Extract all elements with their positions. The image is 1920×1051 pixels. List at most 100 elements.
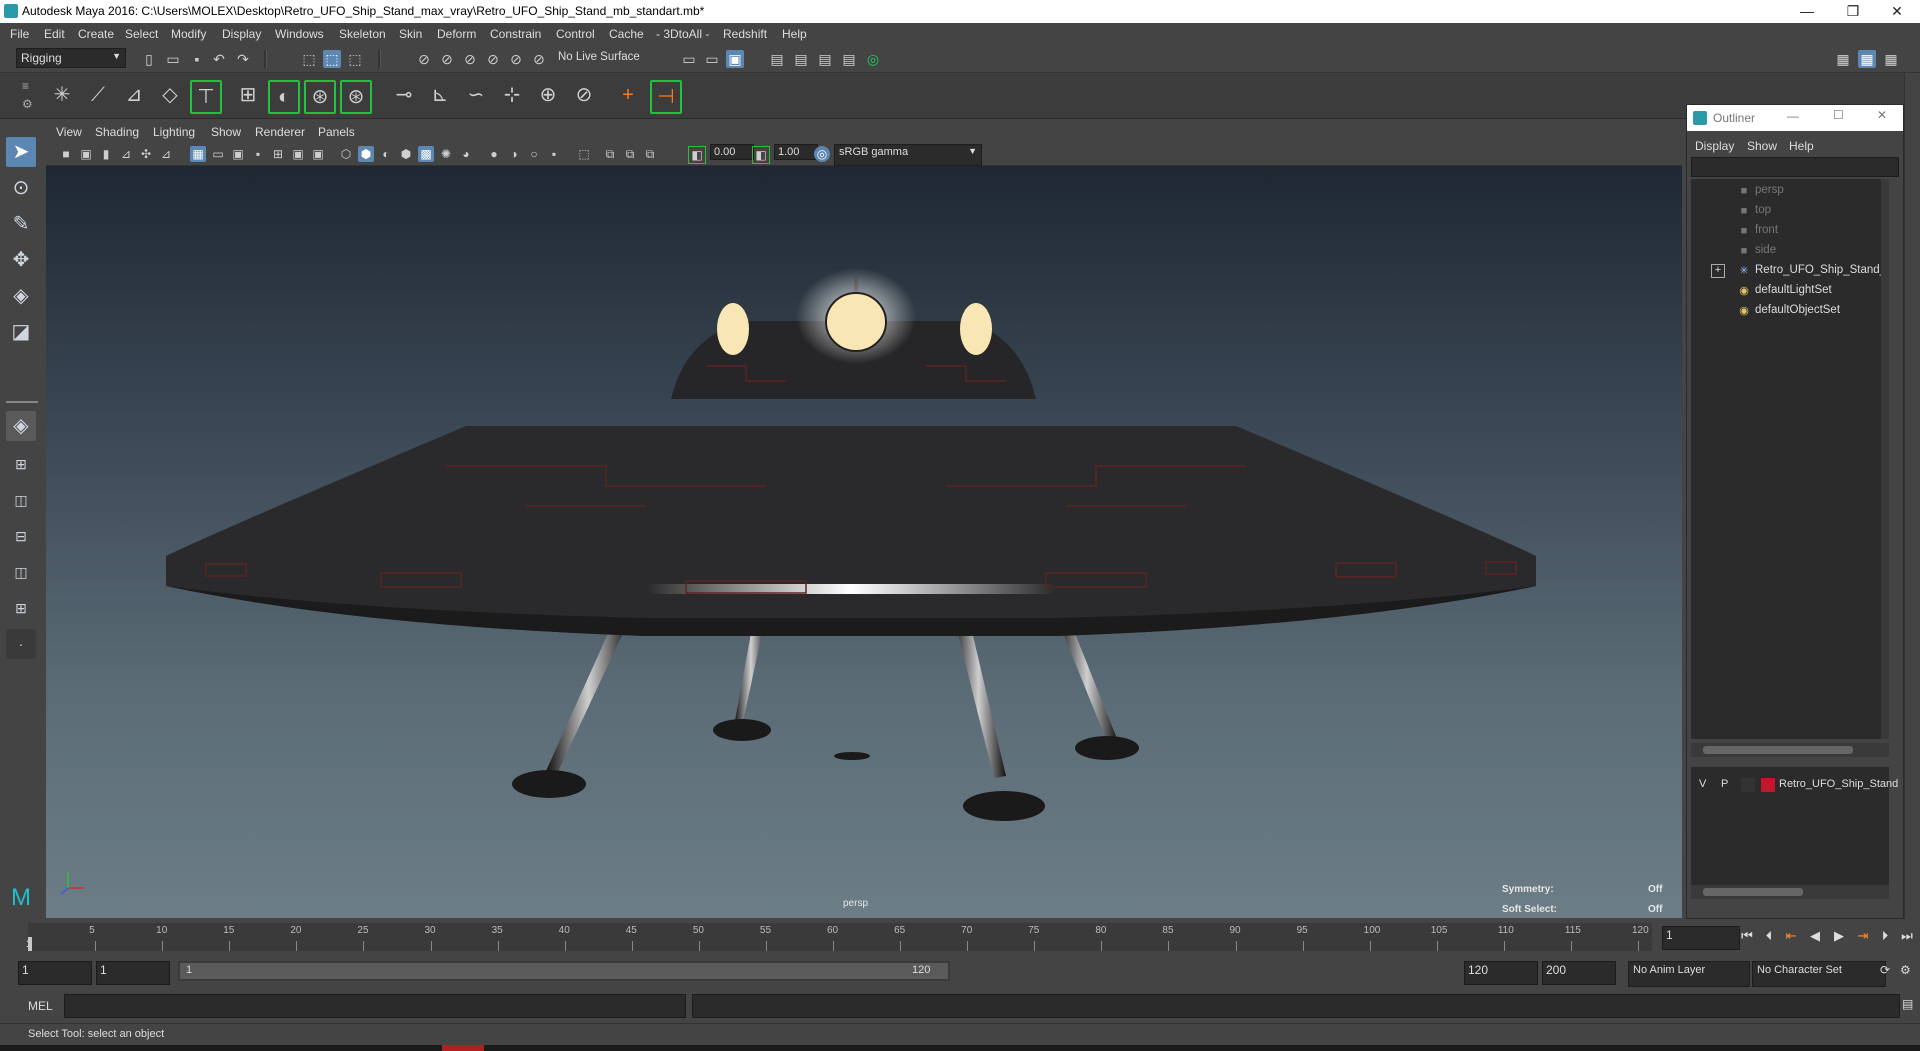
gate-mask-icon[interactable]: ▪ xyxy=(250,146,266,162)
xray-components-icon[interactable]: ⧉ xyxy=(642,146,658,162)
time-ruler[interactable]: 1 51015202530354045505560657075808590951… xyxy=(26,923,1652,951)
point-constraint-icon[interactable]: ⊸ xyxy=(390,80,418,110)
exposure-field[interactable]: 0.00 xyxy=(710,144,754,160)
viewport-menu-renderer[interactable]: Renderer xyxy=(255,125,305,139)
viewport-menu-lighting[interactable]: Lighting xyxy=(153,125,195,139)
outliner-horizontal-scrollbar[interactable] xyxy=(1691,743,1889,757)
restore-button[interactable]: ❐ xyxy=(1830,0,1876,23)
render-icon[interactable]: ▤ xyxy=(840,50,858,68)
scale-constraint-icon[interactable]: ⊹ xyxy=(498,80,526,110)
shelf-menu-icon[interactable]: ≡ xyxy=(22,79,29,93)
viewport-menu-shading[interactable]: Shading xyxy=(95,125,139,139)
multisample-aa-icon[interactable]: ○ xyxy=(526,146,542,162)
outliner-menu-show[interactable]: Show xyxy=(1747,139,1777,153)
redo-icon[interactable]: ↷ xyxy=(234,50,252,68)
four-view-layout-icon[interactable]: ⊞ xyxy=(6,449,36,479)
ipr-render-icon[interactable]: ▣ xyxy=(726,50,744,68)
viewport-menu-show[interactable]: Show xyxy=(211,125,241,139)
bind-skin-icon[interactable]: ⊤ xyxy=(190,80,222,114)
outliner-maximize-icon[interactable]: ☐ xyxy=(1833,108,1844,122)
render-frame-icon[interactable]: ▭ xyxy=(703,50,721,68)
select-object-icon[interactable]: ⬚ xyxy=(323,50,341,68)
hypershade-icon[interactable]: ▤ xyxy=(816,50,834,68)
wireframe-on-shaded-icon[interactable]: ⬢ xyxy=(398,146,414,162)
save-scene-icon[interactable]: ▪ xyxy=(188,50,206,68)
render-view-icon[interactable]: ▤ xyxy=(768,50,786,68)
mirror-joint-icon[interactable]: ◇ xyxy=(156,80,184,110)
depth-of-field-icon[interactable]: ▪ xyxy=(546,146,562,162)
menu-file[interactable]: File xyxy=(10,27,29,41)
persp-graph-layout-icon[interactable]: ◫ xyxy=(6,557,36,587)
menu-skeleton[interactable]: Skeleton xyxy=(339,27,386,41)
layer-horizontal-scrollbar[interactable] xyxy=(1691,885,1889,899)
outliner-item[interactable]: ■ top xyxy=(1691,201,1889,221)
layout-options-icon[interactable]: · xyxy=(6,629,36,659)
shelf-settings-icon[interactable]: ⚙ xyxy=(22,97,33,111)
menu-edit[interactable]: Edit xyxy=(44,27,65,41)
select-tool-icon[interactable]: ➤ xyxy=(6,137,36,167)
open-scene-icon[interactable]: ▭ xyxy=(164,50,182,68)
animation-end-field[interactable]: 200 xyxy=(1542,961,1616,985)
script-editor-icon[interactable]: ▤ xyxy=(1902,997,1913,1011)
scale-tool-icon[interactable]: ◪ xyxy=(6,317,36,347)
play-backwards-icon[interactable]: ◀ xyxy=(1806,926,1824,946)
aim-constraint-icon[interactable]: ⊾ xyxy=(426,80,454,110)
animation-preferences-icon[interactable]: ⚙ xyxy=(1900,963,1911,977)
current-frame-field[interactable]: 1 xyxy=(1662,926,1740,950)
xray-joints-icon[interactable]: ⧉ xyxy=(622,146,638,162)
wrap-icon[interactable]: ⊛ xyxy=(340,80,372,114)
xray-icon[interactable]: ⧉ xyxy=(602,146,618,162)
2d-pan-zoom-icon[interactable]: ✣ xyxy=(138,146,154,162)
cluster-icon[interactable]: ⊛ xyxy=(304,80,336,114)
menu-constrain[interactable]: Constrain xyxy=(490,27,541,41)
go-to-start-icon[interactable]: ⏮ xyxy=(1738,926,1756,946)
scrollbar-thumb[interactable] xyxy=(1703,746,1853,754)
view-transform-dropdown[interactable]: sRGB gamma ▼ xyxy=(834,144,982,166)
outliner-minimize-icon[interactable]: — xyxy=(1787,109,1799,123)
field-chart-icon[interactable]: ⊞ xyxy=(270,146,286,162)
color-management-icon[interactable]: ◎ xyxy=(814,146,830,162)
go-to-end-icon[interactable]: ⏭ xyxy=(1898,926,1916,946)
channel-box-toggle-icon[interactable]: ▦ xyxy=(1858,50,1876,68)
command-input[interactable] xyxy=(64,994,686,1018)
motion-blur-icon[interactable]: ◑ xyxy=(506,146,522,162)
outliner-item[interactable]: ■ persp xyxy=(1691,181,1889,201)
outliner-item[interactable]: ◉ defaultLightSet xyxy=(1691,281,1889,301)
outliner-item[interactable]: ■ front xyxy=(1691,221,1889,241)
viewport-menu-panels[interactable]: Panels xyxy=(318,125,355,139)
wireframe-icon[interactable]: ⬡ xyxy=(338,146,354,162)
outliner-close-icon[interactable]: ✕ xyxy=(1877,108,1887,122)
textured-icon[interactable]: ▩ xyxy=(418,146,434,162)
layer-type-toggle[interactable] xyxy=(1741,778,1755,792)
redshift-render-icon[interactable]: ◎ xyxy=(864,50,882,68)
camera-attributes-icon[interactable]: ▣ xyxy=(78,146,94,162)
menu-deform[interactable]: Deform xyxy=(437,27,476,41)
step-forward-frame-icon[interactable]: ⏵ xyxy=(1876,926,1894,946)
menu-windows[interactable]: Windows xyxy=(275,27,324,41)
workspace-icon[interactable]: ▦ xyxy=(1834,50,1852,68)
snap-surface-icon[interactable]: ⊘ xyxy=(507,50,525,68)
range-slider[interactable]: 1 120 xyxy=(178,961,950,981)
menu-3dtoall[interactable]: - 3DtoAll - xyxy=(656,27,709,41)
use-default-material-icon[interactable]: ◐ xyxy=(378,146,394,162)
command-language-toggle[interactable]: MEL xyxy=(28,999,53,1013)
select-hierarchy-icon[interactable]: ⬚ xyxy=(300,50,318,68)
undo-icon[interactable]: ↶ xyxy=(210,50,228,68)
film-gate-icon[interactable]: ▭ xyxy=(210,146,226,162)
menu-help[interactable]: Help xyxy=(782,27,807,41)
single-view-layout-icon[interactable]: ◈ xyxy=(6,411,36,441)
ik-handle-icon[interactable]: ⟋ xyxy=(84,80,112,110)
safe-title-icon[interactable]: ▣ xyxy=(310,146,326,162)
menu-select[interactable]: Select xyxy=(125,27,158,41)
snap-view-icon[interactable]: ⊘ xyxy=(484,50,502,68)
layer-color-swatch[interactable] xyxy=(1761,778,1775,792)
set-key-icon[interactable]: ⊣ xyxy=(650,80,682,114)
rotate-tool-icon[interactable]: ◈ xyxy=(6,281,36,311)
shadows-icon[interactable]: ◕ xyxy=(458,146,474,162)
right-dock-tabs[interactable] xyxy=(1904,73,1920,919)
playback-end-field[interactable]: 120 xyxy=(1464,961,1538,985)
screen-space-ao-icon[interactable]: ● xyxy=(486,146,502,162)
side-by-side-layout-icon[interactable]: ◫ xyxy=(6,485,36,515)
select-component-icon[interactable]: ⬚ xyxy=(346,50,364,68)
outliner-vertical-scrollbar[interactable] xyxy=(1881,179,1889,739)
